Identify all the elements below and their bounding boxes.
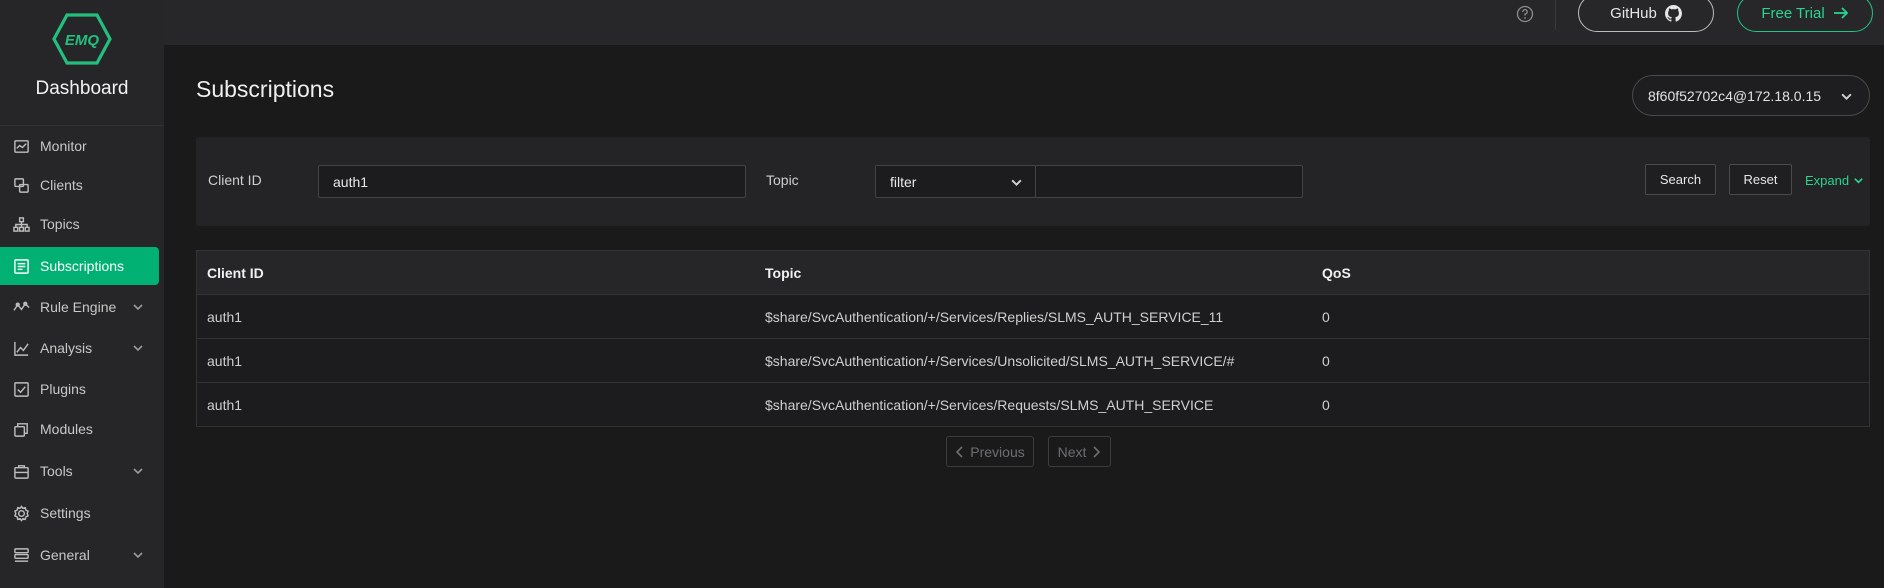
node-select-value: 8f60f52702c4@172.18.0.15: [1648, 87, 1822, 104]
sidebar-item-rule-engine[interactable]: Rule Engine: [0, 288, 164, 326]
sidebar-item-monitor[interactable]: Monitor: [0, 127, 164, 165]
cell-topic: $share/SvcAuthentication/+/Services/Unso…: [765, 353, 1235, 369]
client-id-label: Client ID: [208, 172, 262, 188]
sidebar-item-label: Clients: [40, 177, 83, 193]
topic-match-value: filter: [890, 173, 917, 190]
table-row[interactable]: auth1 $share/SvcAuthentication/+/Service…: [197, 339, 1869, 383]
sidebar-item-label: Subscriptions: [40, 258, 125, 274]
topic-input[interactable]: [1035, 165, 1303, 198]
rule-engine-icon: [12, 298, 30, 316]
sidebar-item-plugins[interactable]: Plugins: [0, 370, 164, 408]
logo-text: EMQ: [65, 32, 100, 49]
modules-icon: [12, 420, 30, 438]
sidebar-item-general[interactable]: General: [0, 536, 164, 574]
plugins-icon: [12, 380, 30, 398]
expand-label: Expand: [1805, 173, 1850, 188]
topic-label: Topic: [766, 172, 799, 188]
chevron-down-icon: [1840, 90, 1853, 106]
previous-page-button[interactable]: Previous: [946, 436, 1034, 467]
sidebar-item-label: Settings: [40, 505, 91, 521]
general-icon: [12, 546, 30, 564]
table-header: Client ID Topic QoS: [197, 251, 1869, 295]
client-id-input-value: auth1: [333, 173, 369, 190]
emq-logo[interactable]: EMQ: [52, 13, 112, 65]
help-circle-icon[interactable]: [1516, 5, 1534, 23]
chevron-down-icon: [132, 300, 144, 312]
tools-icon: [12, 462, 30, 480]
node-select[interactable]: 8f60f52702c4@172.18.0.15: [1632, 75, 1870, 116]
previous-label: Previous: [970, 443, 1025, 460]
cell-client-id: auth1: [207, 309, 243, 325]
github-button[interactable]: GitHub: [1578, 0, 1714, 32]
clients-icon: [12, 176, 30, 194]
sidebar-item-label: Modules: [40, 421, 93, 437]
chevron-down-icon: [1010, 176, 1023, 192]
chevron-down-icon: [132, 548, 144, 560]
subscriptions-table: Client ID Topic QoS auth1 $share/SvcAuth…: [196, 250, 1870, 427]
settings-icon: [12, 504, 30, 522]
sidebar: EMQ Dashboard Monitor Clients Topics Sub…: [0, 0, 164, 588]
sidebar-item-settings[interactable]: Settings: [0, 494, 164, 532]
brand-title: Dashboard: [35, 78, 129, 99]
chevron-down-icon: [1854, 178, 1863, 184]
analysis-icon: [12, 339, 30, 357]
cell-qos: 0: [1322, 353, 1330, 369]
chevron-left-icon: [956, 445, 963, 458]
table-row[interactable]: auth1 $share/SvcAuthentication/+/Service…: [197, 383, 1869, 427]
sidebar-item-label: Tools: [40, 463, 73, 479]
free-trial-label: Free Trial: [1761, 4, 1825, 22]
sidebar-item-modules[interactable]: Modules: [0, 410, 164, 448]
cell-qos: 0: [1322, 309, 1330, 325]
app-root: EMQ Dashboard Monitor Clients Topics Sub…: [0, 0, 1884, 588]
topics-icon: [12, 215, 30, 233]
search-button[interactable]: Search: [1645, 164, 1716, 195]
brand: EMQ Dashboard: [0, 0, 164, 126]
monitor-icon: [12, 137, 30, 155]
topic-match-select[interactable]: filter: [875, 165, 1036, 198]
filter-panel: Client ID auth1 Topic filter Search Rese…: [196, 137, 1870, 226]
sidebar-item-tools[interactable]: Tools: [0, 452, 164, 490]
topbar-divider: [1555, 0, 1556, 30]
reset-button[interactable]: Reset: [1729, 164, 1792, 195]
cell-topic: $share/SvcAuthentication/+/Services/Repl…: [765, 309, 1224, 325]
sidebar-item-label: Plugins: [40, 381, 86, 397]
chevron-down-icon: [132, 464, 144, 476]
topbar: GitHub Free Trial: [164, 0, 1884, 45]
github-icon: [1664, 4, 1682, 22]
sidebar-item-label: Analysis: [40, 340, 93, 356]
free-trial-button[interactable]: Free Trial: [1737, 0, 1873, 32]
sidebar-item-analysis[interactable]: Analysis: [0, 329, 164, 367]
expand-link[interactable]: Expand: [1805, 173, 1864, 188]
chevron-right-icon: [1093, 445, 1101, 458]
sidebar-item-label: Monitor: [40, 138, 87, 154]
cell-client-id: auth1: [207, 397, 243, 413]
client-id-input[interactable]: auth1: [318, 165, 746, 198]
subscriptions-icon: [12, 257, 30, 275]
sidebar-item-clients[interactable]: Clients: [0, 166, 164, 204]
column-header-client-id[interactable]: Client ID: [207, 265, 264, 281]
column-header-qos[interactable]: QoS: [1322, 265, 1351, 281]
sidebar-item-label: Rule Engine: [40, 299, 117, 315]
next-page-button[interactable]: Next: [1048, 436, 1111, 467]
sidebar-item-label: Topics: [40, 216, 80, 232]
sidebar-item-subscriptions[interactable]: Subscriptions: [0, 247, 159, 285]
cell-qos: 0: [1322, 397, 1330, 413]
arrow-right-icon: [1833, 7, 1848, 19]
next-label: Next: [1057, 443, 1087, 460]
cell-topic: $share/SvcAuthentication/+/Services/Requ…: [765, 397, 1214, 413]
github-label: GitHub: [1610, 4, 1657, 22]
column-header-topic[interactable]: Topic: [765, 265, 801, 281]
sidebar-item-label: General: [40, 547, 90, 563]
chevron-down-icon: [132, 341, 144, 353]
page-title: Subscriptions: [196, 76, 335, 102]
sidebar-item-topics[interactable]: Topics: [0, 205, 164, 243]
table-row[interactable]: auth1 $share/SvcAuthentication/+/Service…: [197, 295, 1869, 339]
cell-client-id: auth1: [207, 353, 243, 369]
